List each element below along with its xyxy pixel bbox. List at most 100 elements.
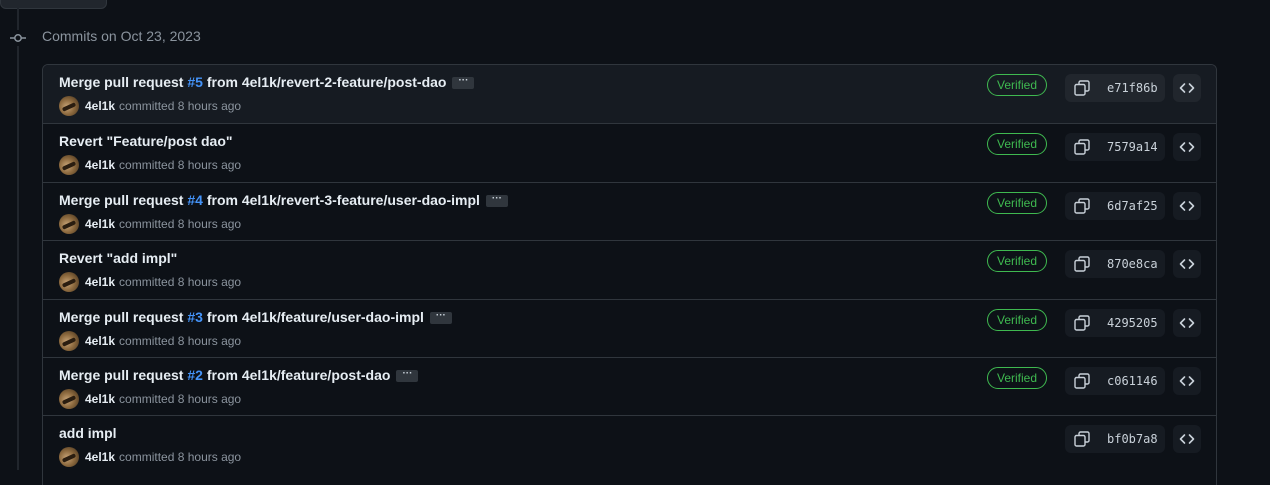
commit-message[interactable]: Merge pull request [59,192,187,208]
commit-meta: 4el1k committed 8 hours ago [59,96,241,116]
copy-icon [1074,139,1090,156]
commit-message-suffix[interactable]: from 4el1k/feature/user-dao-impl [203,309,424,325]
commit-time: committed 8 hours ago [119,158,242,173]
copy-sha-button[interactable]: 6d7af25 [1065,191,1165,220]
commit-time: committed 8 hours ago [119,275,242,290]
expand-description-button[interactable]: ··· [452,76,475,90]
commit-meta: 4el1k committed 8 hours ago [59,447,242,468]
browse-repository-button[interactable] [1173,425,1201,454]
copy-icon [1074,373,1090,389]
commit-title[interactable]: Revert "add impl" [59,250,177,266]
commit-message[interactable]: Merge pull request [59,309,187,325]
commit-message[interactable]: Merge pull request [59,74,187,90]
pull-request-link[interactable]: #3 [187,309,203,325]
commit-message[interactable]: add impl [59,425,117,441]
commit-list: Merge pull request #5 from 4el1k/revert-… [42,64,1217,485]
commit-title[interactable]: Revert "Feature/post dao" [59,133,233,149]
commit-meta: 4el1k committed 8 hours ago [59,388,241,409]
author-link[interactable]: 4el1k [85,275,115,289]
commit-message[interactable]: Revert "add impl" [59,250,177,266]
commit-message-suffix[interactable]: from 4el1k/revert-3-feature/user-dao-imp… [203,192,480,208]
copy-sha-button[interactable]: e71f86b [1065,74,1165,102]
copy-icon [1074,314,1090,331]
verified-badge[interactable]: Verified [987,366,1047,389]
code-icon [1179,434,1195,445]
verified-badge[interactable]: Verified [987,308,1047,331]
verified-badge[interactable]: Verified [987,133,1047,156]
code-icon [1179,142,1195,153]
git-commit-icon [10,30,26,46]
pull-request-link[interactable]: #4 [187,192,203,208]
code-icon [1179,200,1195,211]
verified-badge[interactable]: Verified [987,74,1047,96]
copy-sha-button[interactable]: 7579a14 [1065,133,1165,162]
avatar[interactable] [59,155,79,176]
code-icon [1179,259,1195,269]
commit-time: committed 8 hours ago [119,450,242,465]
browse-repository-button[interactable] [1173,308,1201,337]
author-link[interactable]: 4el1k [85,158,115,172]
commit-row: Revert "Feature/post dao" 4el1k committed … [43,123,1216,181]
commit-message-suffix[interactable]: from 4el1k/revert-2-feature/post-dao [203,74,447,90]
code-icon [1179,376,1195,386]
copy-sha-button[interactable]: bf0b7a8 [1065,425,1165,454]
copy-icon [1074,256,1090,272]
commit-sha[interactable]: bf0b7a8 [1107,431,1158,447]
avatar[interactable] [59,330,79,351]
commit-meta: 4el1k committed 8 hours ago [59,155,242,176]
commit-sha[interactable]: 4295205 [1107,315,1158,331]
commit-title[interactable]: Merge pull request #3 from 4el1k/feature… [59,309,452,325]
commit-message[interactable]: Revert "Feature/post dao" [59,133,233,149]
code-icon [1179,317,1195,328]
copy-sha-button[interactable]: 4295205 [1065,308,1165,337]
commit-message-suffix[interactable]: from 4el1k/feature/post-dao [203,367,391,383]
avatar[interactable] [59,96,79,116]
browse-repository-button[interactable] [1173,366,1201,395]
commit-sha[interactable]: e71f86b [1107,80,1158,96]
commit-row: Revert "add impl" 4el1k committed 8 hours … [43,240,1216,298]
verified-badge[interactable]: Verified [987,250,1047,273]
commit-sha[interactable]: c061146 [1107,373,1158,389]
pull-request-link[interactable]: #5 [187,74,203,90]
commit-title[interactable]: add impl [59,425,117,441]
copy-sha-button[interactable]: c061146 [1065,366,1165,395]
timeline-line [17,0,19,470]
commit-row: Merge pull request #4 from 4el1k/revert-… [43,181,1216,240]
commit-row: add impl 4el1k committed 8 hours ago bf0b7a… [43,415,1216,473]
commit-message[interactable]: Merge pull request [59,367,187,383]
expand-description-button[interactable]: ··· [485,194,508,208]
commit-sha[interactable]: 870e8ca [1107,256,1158,272]
commit-title[interactable]: Merge pull request #4 from 4el1k/revert-… [59,192,508,208]
browse-repository-button[interactable] [1173,74,1201,102]
copy-sha-button[interactable]: 870e8ca [1065,250,1165,279]
expand-description-button[interactable]: ··· [396,369,419,383]
author-link[interactable]: 4el1k [85,99,115,113]
avatar[interactable] [59,272,79,293]
commit-group-title: Commits on Oct 23, 2023 [42,28,201,44]
copy-icon [1074,198,1090,214]
author-link[interactable]: 4el1k [85,217,115,231]
pull-request-link[interactable]: #2 [187,367,203,383]
commit-meta: 4el1k committed 8 hours ago [59,213,241,234]
expand-description-button[interactable]: ··· [429,310,452,324]
browse-repository-button[interactable] [1173,191,1201,220]
avatar[interactable] [59,447,79,468]
browse-repository-button[interactable] [1173,133,1201,162]
avatar[interactable] [59,213,79,234]
commit-title[interactable]: Merge pull request #5 from 4el1k/revert-… [59,74,475,90]
author-link[interactable]: 4el1k [85,450,115,464]
commit-row: Merge pull request #3 from 4el1k/feature… [43,298,1216,357]
commit-sha[interactable]: 7579a14 [1107,139,1158,155]
commit-meta: 4el1k committed 8 hours ago [59,272,242,293]
commit-time: committed 8 hours ago [119,333,242,348]
commit-sha[interactable]: 6d7af25 [1107,198,1158,214]
commit-title[interactable]: Merge pull request #2 from 4el1k/feature… [59,367,419,383]
commit-meta: 4el1k committed 8 hours ago [59,330,242,351]
author-link[interactable]: 4el1k [85,334,115,348]
verified-badge[interactable]: Verified [987,191,1047,214]
code-icon [1179,83,1195,93]
browse-repository-button[interactable] [1173,250,1201,279]
author-link[interactable]: 4el1k [85,392,115,406]
commit-row: Merge pull request #5 from 4el1k/revert-… [43,65,1216,124]
avatar[interactable] [59,388,79,409]
